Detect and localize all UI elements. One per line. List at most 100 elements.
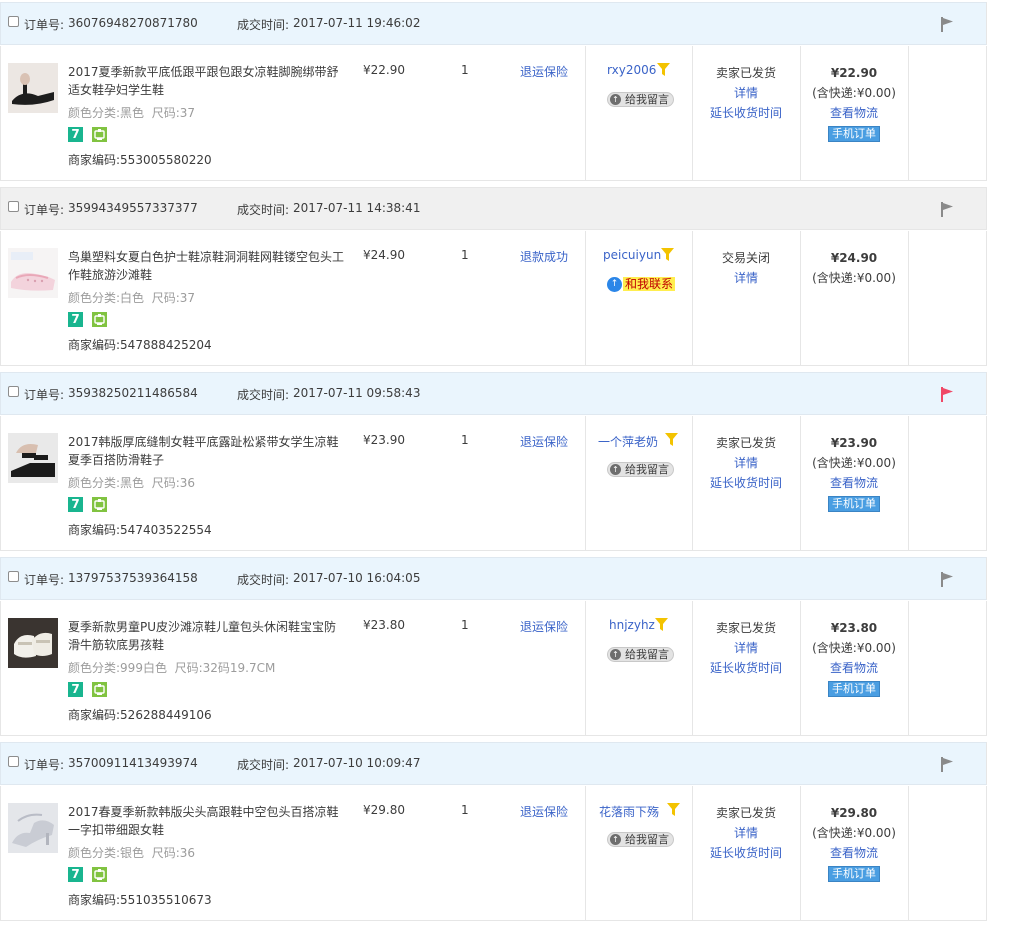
product-title[interactable]: 2017韩版厚底缝制女鞋平底露趾松紧带女学生凉鞋夏季百搭防滑鞋子 <box>68 433 348 469</box>
flag-gray-icon[interactable] <box>939 756 955 772</box>
product-title[interactable]: 夏季新款男童PU皮沙滩凉鞋儿童包头休闲鞋宝宝防滑牛筋软底男孩鞋 <box>68 618 348 654</box>
service-link[interactable]: 退运保险 <box>520 433 568 450</box>
order-total: ¥23.80 (含快递:¥0.00) 查看物流 手机订单 <box>809 618 899 698</box>
details-link[interactable]: 详情 <box>693 638 799 658</box>
order-number: 13797537539364158 <box>68 571 198 585</box>
merchant-code-value: 553005580220 <box>120 153 212 167</box>
order-item: 订单号: 35994349557337377 成交时间: 2017-07-11 … <box>0 185 988 370</box>
sku-color: 黑色 <box>120 476 145 490</box>
filter-icon[interactable] <box>661 248 674 262</box>
view-logistics-link[interactable]: 查看物流 <box>809 473 899 493</box>
sku-color: 999白色 <box>120 661 167 675</box>
mobile-order-badge: 手机订单 <box>828 866 880 882</box>
order-checkbox[interactable] <box>8 386 19 397</box>
seven-day-return-icon[interactable]: 7 <box>68 312 83 327</box>
service-link[interactable]: 退款成功 <box>520 248 568 265</box>
buyer-name[interactable]: 一个萍老奶 <box>598 433 658 450</box>
product-image[interactable] <box>8 803 58 853</box>
unit-price: ¥23.80 <box>363 618 405 632</box>
service-link[interactable]: 退运保险 <box>520 63 568 80</box>
shipping-fee: (含快递:¥0.00) <box>812 456 896 470</box>
unit-price: ¥29.80 <box>363 803 405 817</box>
order-checkbox[interactable] <box>8 16 19 27</box>
product-title[interactable]: 2017夏季新款平底低跟平跟包跟女凉鞋脚腕绑带舒适女鞋孕妇学生鞋 <box>68 63 348 99</box>
merchant-code: 商家编码:547403522554 <box>68 521 212 538</box>
quantity: 1 <box>461 803 469 817</box>
order-checkbox[interactable] <box>8 756 19 767</box>
service-link[interactable]: 退运保险 <box>520 803 568 820</box>
product-image[interactable] <box>8 248 58 298</box>
chat-bubble-icon: ↑ <box>607 277 622 292</box>
guarantee-icon[interactable] <box>92 312 107 327</box>
service-link[interactable]: 退运保险 <box>520 618 568 635</box>
order-header: 订单号: 35700911413493974 成交时间: 2017-07-10 … <box>0 742 987 785</box>
product-image[interactable] <box>8 618 58 668</box>
order-status: 交易关闭 详情 <box>693 248 799 288</box>
sku-size: 37 <box>179 106 196 120</box>
details-link[interactable]: 详情 <box>693 268 799 288</box>
total-amount: ¥22.90 <box>830 66 878 80</box>
merchant-code-label: 商家编码: <box>68 338 121 352</box>
seven-day-return-icon[interactable]: 7 <box>68 127 83 142</box>
message-button[interactable]: ↑ 给我留言 <box>607 647 674 662</box>
flag-red-icon[interactable] <box>939 386 955 402</box>
seven-day-return-icon[interactable]: 7 <box>68 497 83 512</box>
message-button[interactable]: ↑ 给我留言 <box>607 92 674 107</box>
details-link[interactable]: 详情 <box>693 823 799 843</box>
filter-icon[interactable] <box>655 618 668 632</box>
guarantee-icon[interactable] <box>92 682 107 697</box>
product-title[interactable]: 2017春夏季新款韩版尖头高跟鞋中空包头百搭凉鞋一字扣带细跟女鞋 <box>68 803 348 839</box>
flag-gray-icon[interactable] <box>939 201 955 217</box>
message-button[interactable]: ↑ 给我留言 <box>607 462 674 477</box>
buyer-name[interactable]: rxy2006 <box>607 63 656 77</box>
seven-day-return-icon[interactable]: 7 <box>68 867 83 882</box>
total-amount: ¥23.80 <box>830 621 878 635</box>
buyer-name[interactable]: 花落雨下殇 <box>599 803 659 820</box>
column-divider <box>908 46 909 180</box>
order-header: 订单号: 13797537539364158 成交时间: 2017-07-10 … <box>0 557 987 600</box>
flag-gray-icon[interactable] <box>939 571 955 587</box>
details-link[interactable]: 详情 <box>693 83 799 103</box>
extend-receipt-link[interactable]: 延长收货时间 <box>693 103 799 123</box>
extend-receipt-link[interactable]: 延长收货时间 <box>693 843 799 863</box>
order-total: ¥24.90 (含快递:¥0.00) <box>809 248 899 288</box>
guarantee-icon[interactable] <box>92 497 107 512</box>
flag-gray-icon[interactable] <box>939 16 955 32</box>
product-image[interactable] <box>8 433 58 483</box>
filter-icon[interactable] <box>657 63 670 77</box>
merchant-code: 商家编码:547888425204 <box>68 336 212 353</box>
message-button[interactable]: ↑ 给我留言 <box>607 832 674 847</box>
sku-size-label: 尺码: <box>151 106 180 120</box>
view-logistics-link[interactable]: 查看物流 <box>809 103 899 123</box>
buyer-name[interactable]: hnjzyhz <box>609 618 655 632</box>
order-item: 订单号: 35700911413493974 成交时间: 2017-07-10 … <box>0 740 988 925</box>
order-body: 鸟巢塑料女夏白色护士鞋凉鞋洞洞鞋网鞋镂空包头工作鞋旅游沙滩鞋 颜色分类:白色 尺… <box>0 231 987 366</box>
order-item: 订单号: 36076948270871780 成交时间: 2017-07-11 … <box>0 0 988 185</box>
view-logistics-link[interactable]: 查看物流 <box>809 843 899 863</box>
order-total: ¥23.90 (含快递:¥0.00) 查看物流 手机订单 <box>809 433 899 513</box>
buyer-name[interactable]: peicuiyun <box>603 248 661 262</box>
view-logistics-link[interactable]: 查看物流 <box>809 658 899 678</box>
column-divider <box>908 231 909 365</box>
product-title[interactable]: 鸟巢塑料女夏白色护士鞋凉鞋洞洞鞋网鞋镂空包头工作鞋旅游沙滩鞋 <box>68 248 348 284</box>
guarantee-icon[interactable] <box>92 867 107 882</box>
details-link[interactable]: 详情 <box>693 453 799 473</box>
order-status: 卖家已发货 详情 延长收货时间 <box>693 433 799 493</box>
extend-receipt-link[interactable]: 延长收货时间 <box>693 473 799 493</box>
mobile-order-badge: 手机订单 <box>828 681 880 697</box>
contact-me-button[interactable]: ↑ 和我联系 <box>607 277 676 292</box>
extend-receipt-link[interactable]: 延长收货时间 <box>693 658 799 678</box>
guarantee-icon[interactable] <box>92 127 107 142</box>
order-checkbox[interactable] <box>8 201 19 212</box>
filter-icon[interactable] <box>667 803 680 817</box>
sku-size: 37 <box>179 291 196 305</box>
total-amount: ¥23.90 <box>830 436 878 450</box>
merchant-code-value: 547403522554 <box>120 523 212 537</box>
shipping-fee: (含快递:¥0.00) <box>812 86 896 100</box>
product-image[interactable] <box>8 63 58 113</box>
filter-icon[interactable] <box>665 433 678 447</box>
order-no-label: 订单号: <box>24 203 65 217</box>
seven-day-return-icon[interactable]: 7 <box>68 682 83 697</box>
order-checkbox[interactable] <box>8 571 19 582</box>
shipping-fee: (含快递:¥0.00) <box>812 271 896 285</box>
